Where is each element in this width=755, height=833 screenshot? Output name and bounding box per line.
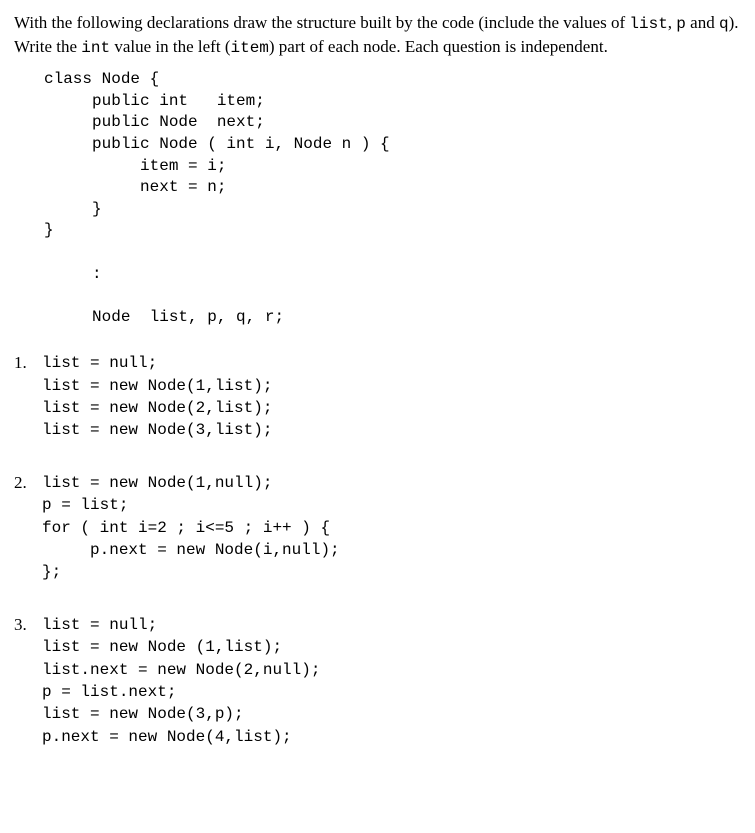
question-code: list = null; list = new Node (1,list); l… <box>42 614 320 748</box>
intro-paragraph: With the following declarations draw the… <box>14 12 741 59</box>
intro-text-2: and <box>686 13 719 32</box>
question-block-1: 1. list = null; list = new Node(1,list);… <box>14 352 741 442</box>
intro-code-p: p <box>676 15 686 33</box>
intro-code-item: item <box>230 39 268 57</box>
intro-text-5: ) part of each node. Each question is in… <box>269 37 608 56</box>
intro-code-int: int <box>81 39 110 57</box>
class-definition-code: class Node { public int item; public Nod… <box>44 69 741 328</box>
question-block-3: 3. list = null; list = new Node (1,list)… <box>14 614 741 748</box>
question-code: list = null; list = new Node(1,list); li… <box>42 352 272 442</box>
question-number: 3. <box>14 614 42 637</box>
question-number: 2. <box>14 472 42 495</box>
question-number: 1. <box>14 352 42 375</box>
question-block-2: 2. list = new Node(1,null); p = list; fo… <box>14 472 741 584</box>
intro-code-q: q <box>719 15 729 33</box>
question-code: list = new Node(1,null); p = list; for (… <box>42 472 340 584</box>
intro-text-4: value in the left ( <box>110 37 230 56</box>
intro-text-1: With the following declarations draw the… <box>14 13 629 32</box>
intro-code-list: list <box>629 15 667 33</box>
